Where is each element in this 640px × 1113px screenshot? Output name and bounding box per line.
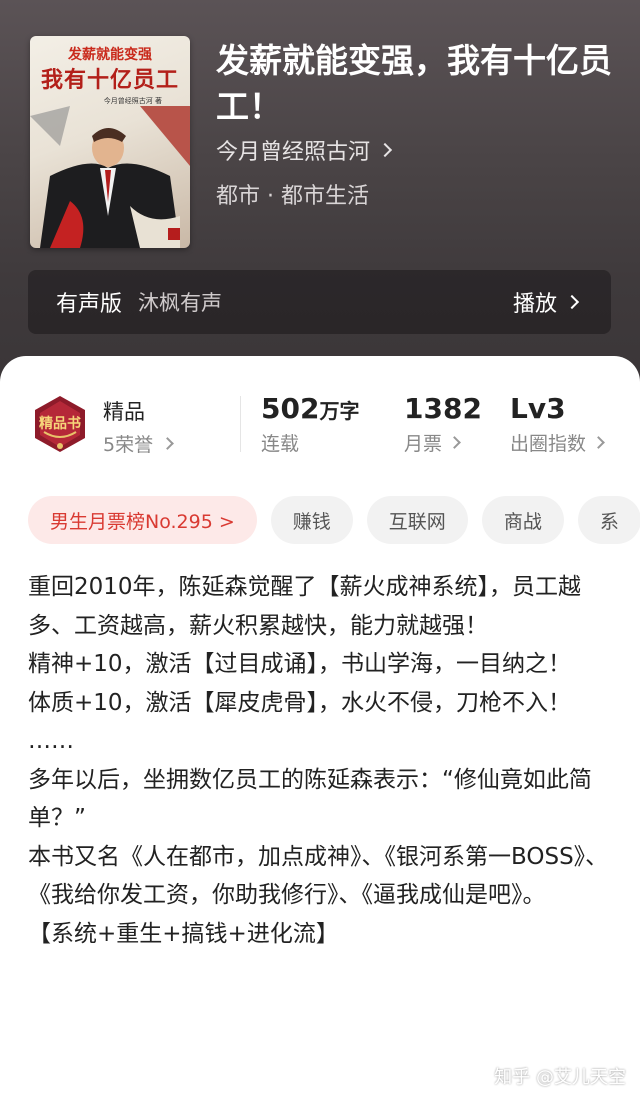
word-count-value: 502 bbox=[261, 392, 320, 425]
honor-label: 5荣誉 bbox=[103, 434, 154, 456]
monthly-tickets-value: 1382 bbox=[404, 392, 482, 425]
tag-list: 男生月票榜No.295 > 赚钱 互联网 商战 系 bbox=[28, 496, 640, 544]
watermark: 知乎 @艾儿天空 bbox=[494, 1067, 626, 1088]
word-count-unit: 万字 bbox=[319, 399, 360, 423]
description-paragraph: 本书又名《人在都市，加点成神》、《银河系第一BOSS》、《我给你发工资，你助我修… bbox=[28, 843, 609, 909]
book-genre: 都市 · 都市生活 bbox=[216, 184, 369, 209]
premium-label: 精品 bbox=[103, 400, 145, 424]
cover-title-top: 发薪就能变强 bbox=[68, 47, 152, 63]
tag-chip[interactable]: 赚钱 bbox=[270, 496, 353, 544]
popularity-value: Lv3 bbox=[510, 392, 566, 425]
cover-title-main: 我有十亿员工 bbox=[40, 67, 179, 93]
chevron-right-icon bbox=[564, 294, 580, 310]
description-paragraph: 精神+10，激活【过目成诵】，书山学海，一目纳之！ bbox=[28, 651, 572, 677]
cover-badge bbox=[168, 228, 180, 240]
description-paragraph: 多年以后，坐拥数亿员工的陈延森表示：“修仙竟如此简单？” bbox=[28, 766, 592, 832]
divider bbox=[240, 396, 241, 452]
cover-author: 今月曾经照古河 著 bbox=[103, 97, 162, 105]
audio-narrator: 沐枫有声 bbox=[138, 291, 223, 315]
monthly-tickets-caption: 月票 bbox=[404, 433, 443, 455]
tag-chip[interactable]: 商战 bbox=[481, 496, 564, 544]
premium-badge-icon[interactable]: 精品书 bbox=[30, 394, 90, 454]
author-link[interactable]: 今月曾经照古河 bbox=[216, 134, 393, 166]
author-name: 今月曾经照古河 bbox=[216, 140, 371, 165]
audio-version-bar[interactable]: 有声版 沐枫有声 播放 bbox=[28, 270, 611, 334]
chevron-right-icon bbox=[377, 142, 393, 158]
word-count-stat: 502万字 连载 bbox=[261, 392, 359, 456]
description-paragraph: 重回2010年，陈延森觉醒了【薪火成神系统】，员工越多、工资越高，薪火积累越快，… bbox=[28, 574, 582, 639]
tag-chip[interactable]: 互联网 bbox=[366, 496, 468, 544]
chevron-right-icon bbox=[592, 436, 605, 449]
play-label: 播放 bbox=[512, 292, 557, 317]
play-button[interactable]: 播放 bbox=[512, 286, 580, 318]
word-count-caption: 连载 bbox=[261, 433, 300, 455]
rank-tag[interactable]: 男生月票榜No.295 > bbox=[28, 496, 257, 544]
description-paragraph: 【系统+重生+搞钱+进化流】 bbox=[28, 920, 339, 947]
chevron-right-icon bbox=[161, 437, 174, 450]
book-title: 发薪就能变强，我有十亿员工！ bbox=[216, 41, 612, 126]
tag-chip[interactable]: 系 bbox=[577, 496, 640, 544]
book-detail-panel: 精品书 精品 5荣誉 502万字 连载 1382 月票 Lv3 出圈指数 男生月… bbox=[0, 356, 640, 1113]
cover-illustration bbox=[30, 106, 190, 248]
book-description: 重回2010年，陈延森觉醒了【薪火成神系统】，员工越多、工资越高，薪火积累越快，… bbox=[28, 568, 618, 953]
description-paragraph: 体质+10，激活【犀皮虎骨】，水火不侵，刀枪不入！ bbox=[28, 689, 572, 716]
svg-text:精品书: 精品书 bbox=[39, 415, 81, 432]
book-header: 发薪就能变强 我有十亿员工 今月曾经照古河 著 发薪就能变强，我有十亿员工！ 今… bbox=[0, 0, 640, 400]
book-cover[interactable]: 发薪就能变强 我有十亿员工 今月曾经照古河 著 bbox=[30, 36, 190, 248]
description-paragraph: …… bbox=[28, 728, 74, 754]
audio-label: 有声版 bbox=[56, 292, 123, 317]
popularity-stat[interactable]: Lv3 出圈指数 bbox=[510, 392, 605, 456]
monthly-tickets-stat[interactable]: 1382 月票 bbox=[404, 392, 482, 456]
popularity-caption: 出圈指数 bbox=[510, 433, 587, 455]
honor-link[interactable]: 5荣誉 bbox=[103, 430, 174, 457]
chevron-right-icon bbox=[448, 436, 461, 449]
